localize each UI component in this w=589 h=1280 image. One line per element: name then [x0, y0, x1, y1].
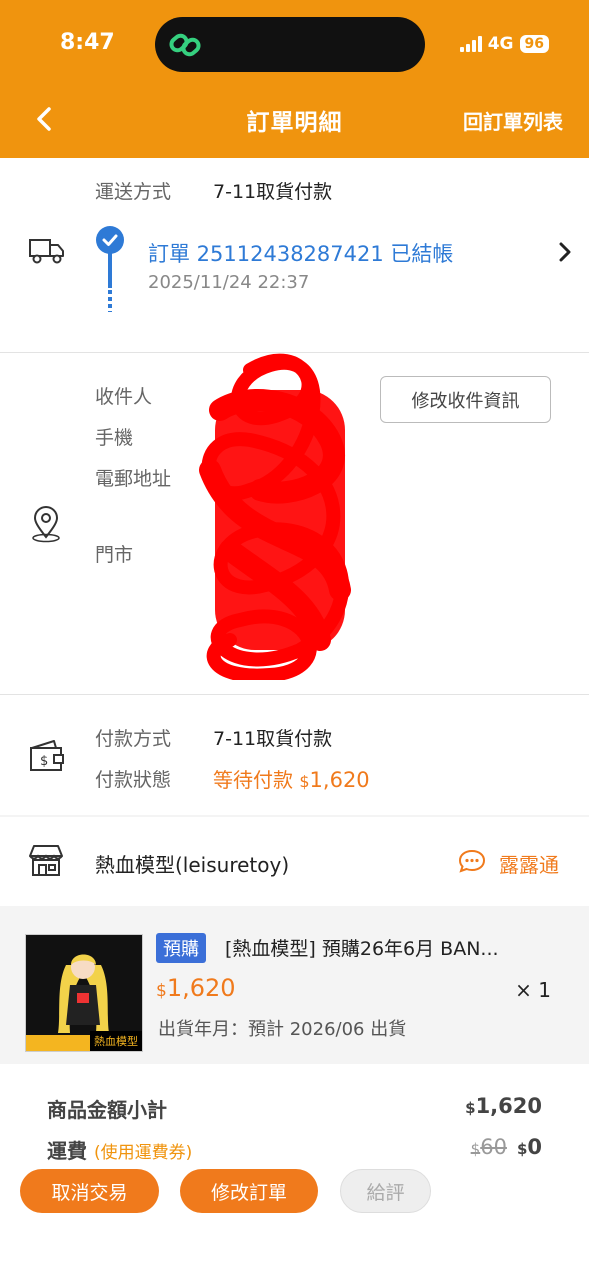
edit-recipient-button[interactable]: 修改收件資訊 — [380, 376, 551, 423]
payment-method-label: 付款方式 — [95, 728, 172, 750]
timeline-line — [108, 252, 112, 288]
app-header: 8:47 4G 96 訂單明細 回訂單列表 — [0, 0, 589, 158]
location-pin-icon — [32, 506, 60, 543]
dynamic-island — [155, 17, 425, 72]
section-divider — [0, 694, 589, 695]
shipping-method-label: 運送方式 — [95, 181, 172, 203]
store-icon — [29, 845, 63, 876]
status-time: 8:47 — [60, 30, 115, 55]
battery-icon: 96 — [519, 35, 549, 53]
shipping-fee-value: $60 $0 — [471, 1135, 542, 1159]
order-status-link[interactable]: 訂單 25112438287421 已結帳 — [148, 238, 453, 268]
product-price-value: 1,620 — [166, 974, 236, 1002]
review-button[interactable]: 給評 — [340, 1169, 431, 1213]
subtotal-currency: $ — [465, 1099, 476, 1117]
product-title[interactable]: [熱血模型] 預購26年6月 BAN... — [225, 934, 545, 961]
timeline-dashed-line — [108, 290, 112, 312]
modify-order-button[interactable]: 修改訂單 — [180, 1169, 318, 1213]
shipping-fee-label: 運費 (使用運費券) — [47, 1135, 192, 1164]
recipient-store-label: 門市 — [95, 544, 134, 566]
product-price-currency: $ — [156, 981, 167, 1001]
shipping-original-amount: 60 — [480, 1135, 507, 1159]
recipient-name-label: 收件人 — [95, 386, 153, 408]
payment-currency: $ — [299, 772, 310, 791]
shipping-original-currency: $ — [470, 1140, 481, 1158]
subtotal-amount: 1,620 — [475, 1094, 542, 1118]
shipping-coupon-note: (使用運費券) — [93, 1143, 193, 1163]
preorder-badge: 預購 — [156, 933, 206, 963]
product-ship-date: 出貨年月：預計 2026/06 出貨 — [158, 1019, 407, 1040]
timeline-check-icon — [96, 226, 124, 254]
back-icon[interactable] — [30, 103, 60, 135]
recipient-phone-label: 手機 — [95, 427, 134, 449]
svg-text:$: $ — [40, 754, 48, 769]
shipping-fee-text: 運費 — [47, 1139, 87, 1163]
chat-button[interactable]: 露露通 — [499, 849, 559, 878]
wallet-icon: $ — [30, 740, 64, 771]
product-thumbnail[interactable]: 熱血模型 — [25, 934, 143, 1052]
order-timestamp: 2025/11/24 22:37 — [148, 272, 310, 293]
payment-amount: 1,620 — [309, 768, 370, 792]
signal-icon — [459, 36, 482, 52]
product-price: $1,620 — [156, 974, 236, 1002]
payment-method-value: 7-11取貨付款 — [213, 728, 333, 750]
recipient-email-label: 電郵地址 — [95, 468, 172, 490]
shipping-final-amount: 0 — [527, 1135, 542, 1159]
thumbnail-brand-badge: 熱血模型 — [90, 1031, 142, 1051]
payment-status-label: 付款狀態 — [95, 769, 172, 791]
product-quantity: × 1 — [515, 978, 551, 1002]
subtotal-label: 商品金額小計 — [47, 1098, 167, 1122]
cancel-order-button[interactable]: 取消交易 — [20, 1169, 159, 1213]
store-name[interactable]: 熱血模型(leisuretoy) — [95, 849, 289, 878]
anime-character-image — [58, 954, 109, 1033]
network-type: 4G — [487, 34, 514, 54]
redaction-scribble — [199, 353, 351, 680]
payment-status-text: 等待付款 — [213, 768, 293, 792]
subtotal-value: $1,620 — [465, 1094, 542, 1118]
shipping-final-currency: $ — [516, 1140, 528, 1158]
shipping-method-value: 7-11取貨付款 — [213, 181, 333, 203]
status-indicators: 4G 96 — [459, 34, 549, 54]
product-row[interactable]: 熱血模型 預購 [熱血模型] 預購26年6月 BAN... $1,620 × 1… — [0, 906, 589, 1064]
truck-icon — [29, 239, 64, 264]
order-list-link[interactable]: 回訂單列表 — [463, 106, 563, 135]
payment-status-value: 等待付款 $1,620 — [213, 764, 370, 793]
link-app-icon — [169, 33, 201, 57]
section-divider — [0, 815, 589, 817]
chevron-right-icon[interactable] — [556, 240, 574, 264]
chat-bubble-icon[interactable] — [458, 848, 486, 874]
